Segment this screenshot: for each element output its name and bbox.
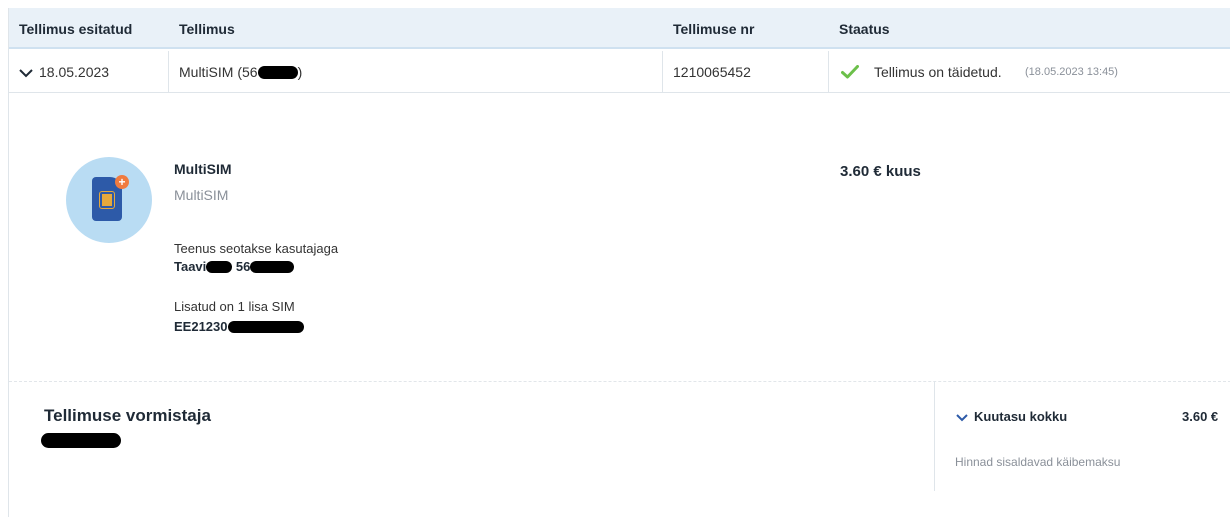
order-name-cell: MultiSIM (56) (169, 51, 663, 93)
order-name-suffix: ) (297, 64, 303, 80)
checkmark-icon (841, 65, 859, 79)
table-header: Tellimus esitatud Tellimus Tellimuse nr … (9, 8, 1230, 49)
plus-badge: + (115, 175, 129, 189)
redacted-phone (257, 65, 298, 79)
creator-title: Tellimuse vormistaja (44, 406, 211, 425)
sim-id: EE21230 (174, 319, 304, 334)
order-name-text: MultiSIM (56 (179, 64, 258, 80)
product-title: MultiSIM (174, 161, 232, 177)
redacted-creator-name (41, 433, 121, 448)
order-number: 1210065452 (673, 64, 751, 80)
sim-chip (99, 191, 115, 209)
section-divider (9, 381, 1230, 382)
sim-id-prefix: EE21230 (174, 319, 228, 334)
monthly-price: 3.60 € kuus (840, 163, 921, 180)
header-order: Tellimus (179, 21, 235, 37)
chevron-down-icon[interactable] (19, 68, 33, 78)
redacted-sim-id (227, 320, 304, 333)
vertical-divider (934, 381, 935, 491)
header-order-submitted: Tellimus esitatud (19, 21, 133, 37)
monthly-total-label[interactable]: Kuutasu kokku (974, 409, 1067, 424)
monthly-total-value: 3.60 € (1182, 409, 1219, 424)
order-panel: Tellimus esitatud Tellimus Tellimuse nr … (8, 8, 1230, 517)
redacted-phone-2 (250, 260, 295, 273)
sim-added-label: Lisatud on 1 lisa SIM (174, 299, 295, 314)
status-timestamp: (18.05.2023 13:45) (1025, 66, 1118, 78)
vat-note: Hinnad sisaldavad käibemaksu (955, 455, 1121, 469)
order-name: MultiSIM (56) (179, 64, 302, 80)
status-cell: Tellimus on täidetud. (18.05.2023 13:45) (829, 51, 1230, 93)
service-user-phone: 56 (235, 259, 251, 274)
order-date: 18.05.2023 (39, 64, 110, 80)
table-row[interactable]: 18.05.2023 MultiSIM (56) 1210065452 Tell… (9, 51, 1230, 93)
date-cell[interactable]: 18.05.2023 (9, 51, 169, 93)
multisim-icon: + (66, 157, 152, 243)
header-order-number: Tellimuse nr (673, 21, 755, 37)
status-text: Tellimus on täidetud. (874, 64, 1002, 80)
service-user: Taavi 56 (174, 259, 295, 274)
product-subtitle: MultiSIM (174, 187, 229, 203)
service-label: Teenus seotakse kasutajaga (174, 241, 339, 256)
order-number-cell: 1210065452 (663, 51, 829, 93)
header-status: Staatus (839, 21, 890, 37)
redacted-surname (206, 260, 233, 273)
service-user-name: Taavi (174, 259, 207, 274)
chevron-down-icon[interactable] (955, 413, 969, 423)
